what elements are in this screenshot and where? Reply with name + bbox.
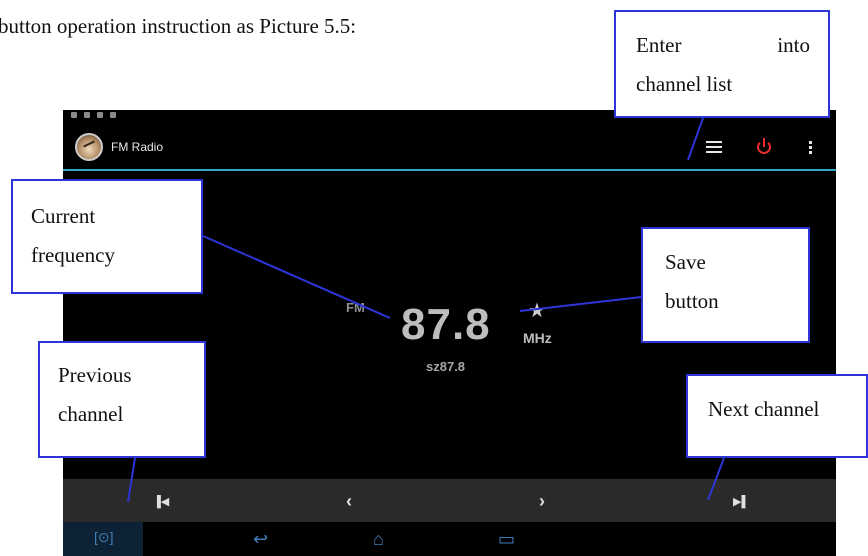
frequency-display: 87.8 [401, 300, 491, 349]
callout-text: Next channel [708, 397, 820, 421]
callout-text: Current [31, 204, 96, 228]
tuning-control-bar: ▐◀ ‹ › ▶▌ [63, 479, 836, 522]
notification-icons [71, 112, 116, 118]
overflow-menu-icon[interactable] [795, 133, 825, 161]
fm-radio-app-icon [75, 133, 103, 161]
callout-next-channel: Next channel [686, 374, 868, 458]
nav-home-icon[interactable]: ⌂ [373, 529, 384, 550]
screenshot-button[interactable]: [⊙] [63, 522, 143, 556]
action-bar: FM Radio [63, 124, 836, 171]
notification-icon [110, 112, 116, 118]
intro-text: button operation instruction as Picture … [0, 14, 357, 38]
callout-text: into [777, 33, 810, 57]
star-icon[interactable]: ★ [528, 298, 546, 323]
notification-icon [84, 112, 90, 118]
power-icon[interactable] [749, 133, 779, 161]
callout-current-frequency: Current frequency [11, 179, 203, 294]
chevron-left-icon[interactable]: ‹ [346, 491, 352, 512]
callout-text: button [665, 289, 719, 313]
callout-previous-channel: Previous channel [38, 341, 206, 458]
callout-text: channel [58, 402, 124, 426]
notification-icon [71, 112, 77, 118]
callout-text: frequency [31, 243, 115, 267]
callout-text: Enter [636, 33, 682, 57]
nav-back-icon[interactable]: ↩ [253, 529, 268, 550]
frequency-unit: MHz [523, 330, 552, 346]
chevron-right-icon[interactable]: › [539, 491, 545, 512]
band-label: FM [346, 300, 365, 315]
station-name: sz87.8 [426, 359, 466, 374]
skip-previous-icon[interactable]: ▐◀ [153, 495, 169, 508]
channel-list-icon[interactable] [699, 133, 729, 161]
screenshot-icon: [⊙] [94, 529, 114, 545]
callout-save-button: Save button [641, 227, 810, 343]
nav-recent-apps-icon[interactable]: ▭ [498, 529, 515, 550]
skip-next-icon[interactable]: ▶▌ [733, 495, 749, 508]
callout-text: Previous [58, 363, 132, 387]
callout-text: channel list [636, 72, 733, 96]
notification-icon [97, 112, 103, 118]
callout-channel-list: Enter into channel list [614, 10, 830, 118]
app-title: FM Radio [111, 140, 164, 154]
system-nav-bar: ↩ ⌂ ▭ [⊙] [63, 522, 836, 556]
callout-text: Save [665, 250, 706, 274]
